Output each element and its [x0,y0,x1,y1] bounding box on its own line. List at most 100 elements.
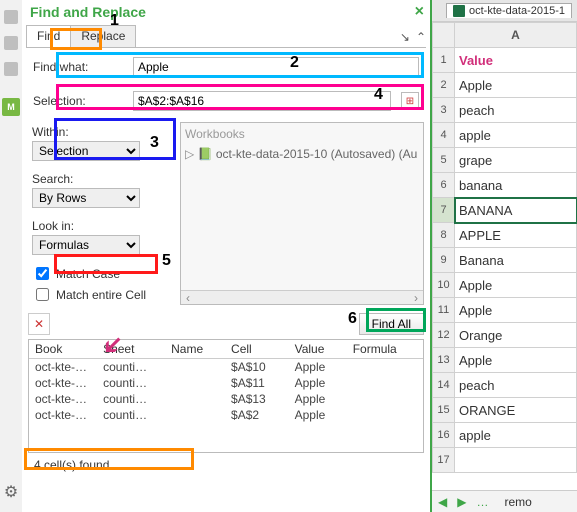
cell[interactable]: BANANA [455,198,577,223]
row-header[interactable]: 16 [433,423,455,448]
row-header[interactable]: 12 [433,323,455,348]
row-header[interactable]: 14 [433,373,455,398]
cell[interactable]: grape [455,148,577,173]
row-header[interactable]: 8 [433,223,455,248]
cell[interactable]: APPLE [455,223,577,248]
workbook-tab-bar: oct-kte-data-2015-1 [432,0,577,22]
gear-icon[interactable]: ⚙ [4,482,18,502]
worksheet-grid[interactable]: A 1Value2Apple3peach4apple5grape6banana7… [432,22,577,490]
workbook-name: oct-kte-data-2015-10 (Autosaved) (Au [216,147,417,161]
pane-title: Find and Replace [30,4,146,20]
row-header[interactable]: 6 [433,173,455,198]
row-header[interactable]: 13 [433,348,455,373]
cell[interactable]: Banana [455,248,577,273]
cell[interactable]: Apple [455,348,577,373]
cell[interactable] [455,448,577,473]
row-header[interactable]: 11 [433,298,455,323]
range-picker-icon[interactable] [401,92,419,110]
row-header[interactable]: 1 [433,48,455,73]
find-all-button[interactable]: Find All [359,313,424,335]
match-cell-checkbox[interactable] [36,288,49,301]
search-select[interactable]: By Rows [32,188,140,208]
cell[interactable]: Value [455,48,577,73]
cell[interactable]: Orange [455,323,577,348]
row-header[interactable]: 5 [433,148,455,173]
rail-icon-3[interactable] [4,62,18,76]
result-row[interactable]: oct-kte-…counti…$A$11Apple [29,375,423,391]
col-sheet[interactable]: Sheet [97,340,165,359]
col-header-a[interactable]: A [455,23,577,48]
lookin-block: Look in: Formulas [28,216,180,263]
match-case-checkbox[interactable] [36,267,49,280]
row-header[interactable]: 7 [433,198,455,223]
lookin-select[interactable]: Formulas [32,235,140,255]
status-bar: 4 cell(s) found [28,455,424,475]
col-book[interactable]: Book [29,340,97,359]
workbook-entry[interactable]: 📗 oct-kte-data-2015-10 (Autosaved) (Au [185,147,419,161]
find-what-input[interactable] [133,57,419,77]
match-case-row[interactable]: Match Case [28,263,180,284]
rail-icon-2[interactable] [4,36,18,50]
within-select[interactable]: Selection [32,141,140,161]
annotation-6: 6 [348,310,357,328]
cell[interactable]: peach [455,98,577,123]
search-label: Search: [32,172,176,186]
kutools-logo-icon[interactable]: M [2,98,20,116]
workbook-tab[interactable]: oct-kte-data-2015-1 [446,3,572,18]
row-header[interactable]: 2 [433,73,455,98]
spreadsheet-pane: oct-kte-data-2015-1 A 1Value2Apple3peach… [432,0,577,512]
selection-row: Selection: [28,88,424,116]
row-header[interactable]: 9 [433,248,455,273]
tab-replace[interactable]: Replace [70,25,136,47]
delete-icon[interactable]: ✕ [28,313,50,335]
result-row[interactable]: oct-kte-…counti…$A$13Apple [29,391,423,407]
cell[interactable]: Apple [455,273,577,298]
tree-scrollbar[interactable]: ‹ › [181,290,423,304]
tab-find-label: Find [37,29,60,43]
selection-input[interactable] [133,91,391,111]
sheet-nav-right-icon[interactable]: ▶ [457,495,466,509]
cell[interactable]: ORANGE [455,398,577,423]
annotation-3: 3 [150,134,159,152]
sheet-footer: ◀ ▶ … remo [432,490,577,512]
sheet-nav-left-icon[interactable]: ◀ [438,495,447,509]
annotation-2: 2 [290,54,299,72]
row-header[interactable]: 4 [433,123,455,148]
row-header[interactable]: 3 [433,98,455,123]
col-name[interactable]: Name [165,340,225,359]
scroll-right-icon[interactable]: › [409,291,423,304]
close-icon[interactable]: × [415,3,424,21]
scroll-left-icon[interactable]: ‹ [181,291,195,304]
row-header[interactable]: 17 [433,448,455,473]
find-all-label: Find All [372,317,411,331]
tab-find[interactable]: Find [26,25,71,47]
left-icon-rail: M ⚙ [0,0,22,512]
find-what-label: Find what: [33,60,123,74]
sheet-nav-more[interactable]: … [476,495,488,509]
result-row[interactable]: oct-kte-…counti…$A$10Apple [29,359,423,376]
cell[interactable]: Apple [455,73,577,98]
rail-icon-1[interactable] [4,10,18,24]
row-header[interactable]: 10 [433,273,455,298]
cell[interactable]: apple [455,423,577,448]
workbook-tab-label: oct-kte-data-2015-1 [469,5,565,17]
cell[interactable]: banana [455,173,577,198]
col-value[interactable]: Value [289,340,347,359]
col-formula[interactable]: Formula [347,340,423,359]
corner-cell[interactable] [433,23,455,48]
col-cell[interactable]: Cell [225,340,289,359]
row-header[interactable]: 15 [433,398,455,423]
cell[interactable]: peach [455,373,577,398]
match-cell-row[interactable]: Match entire Cell [28,284,180,305]
results-table[interactable]: Book Sheet Name Cell Value Formula oct-k… [28,339,424,453]
cell[interactable]: apple [455,123,577,148]
collapse-icon[interactable]: ↘ [400,30,410,44]
expand-icon[interactable]: ⌃ [416,30,426,44]
annotation-4: 4 [374,86,383,104]
workbook-tree[interactable]: Workbooks 📗 oct-kte-data-2015-10 (Autosa… [180,122,424,305]
cell[interactable]: Apple [455,298,577,323]
sheet-tab-remo[interactable]: remo [498,495,537,509]
annotation-5: 5 [162,252,171,270]
result-row[interactable]: oct-kte-…counti…$A$2Apple [29,407,423,423]
excel-icon [453,5,465,17]
